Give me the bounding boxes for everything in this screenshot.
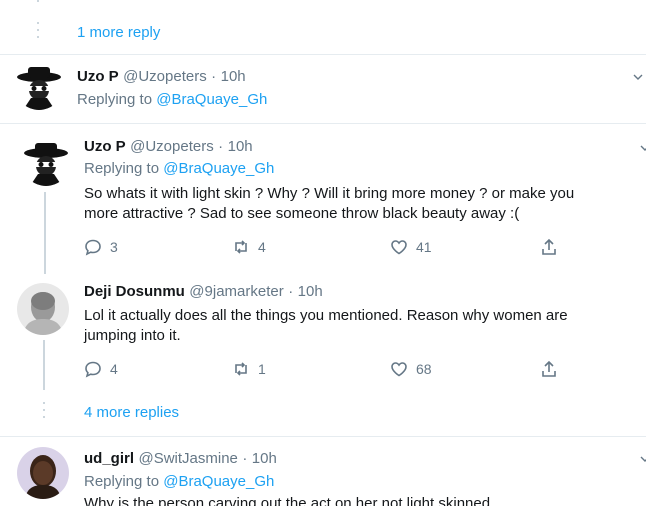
user-handle[interactable]: @Uzopeters: [123, 68, 207, 85]
display-name[interactable]: Uzo P: [84, 138, 126, 155]
user-handle[interactable]: @9jamarketer: [189, 283, 283, 300]
timestamp[interactable]: 10h: [252, 450, 277, 467]
divider: [0, 54, 646, 55]
timestamp[interactable]: 10h: [298, 283, 323, 300]
thread-dots: [37, 0, 39, 7]
like-count: 41: [416, 239, 432, 255]
tweet-header: Deji Dosunmu @9jamarketer · 10h: [84, 283, 323, 301]
retweet-button[interactable]: 1: [232, 360, 266, 378]
heart-icon: [391, 362, 407, 377]
tweet-header: Uzo P @Uzopeters · 10h: [84, 138, 253, 156]
like-count: 68: [416, 361, 432, 377]
tweet-text-line: Lol it actually does all the things you …: [84, 307, 568, 324]
display-name[interactable]: Deji Dosunmu: [84, 283, 185, 300]
timestamp[interactable]: 10h: [228, 138, 253, 155]
reply-count: 3: [110, 239, 118, 255]
heart-icon: [391, 240, 407, 255]
avatar[interactable]: [22, 138, 70, 186]
divider: [0, 436, 646, 437]
separator-dot: ·: [211, 68, 217, 85]
replying-to: Replying to @BraQuaye_Gh: [84, 473, 274, 490]
display-name[interactable]: ud_girl: [84, 450, 134, 467]
tweet-header: ud_girl @SwitJasmine · 10h: [84, 450, 277, 468]
replying-prefix: Replying to: [84, 473, 160, 490]
user-handle[interactable]: @Uzopeters: [130, 138, 214, 155]
reply-button[interactable]: 4: [84, 360, 118, 378]
tweet-text: So whats it with light skin ? Why ? Will…: [84, 184, 644, 224]
retweet-count: 1: [258, 361, 266, 377]
share-button[interactable]: [540, 238, 566, 256]
retweet-count: 4: [258, 239, 266, 255]
tweet-text-line: jumping into it.: [84, 327, 181, 344]
timestamp[interactable]: 10h: [221, 68, 246, 85]
tweet-header: Uzo P @Uzopeters · 10h: [77, 68, 246, 86]
chevron-down-icon[interactable]: [639, 141, 646, 153]
avatar-image: [22, 138, 70, 186]
tweet-text-line: So whats it with light skin ? Why ? Will…: [84, 185, 575, 202]
thread-dots: [43, 402, 45, 423]
tweet-text-line: more attractive ? Sad to see someone thr…: [84, 205, 520, 222]
thread-line: [44, 192, 46, 274]
avatar[interactable]: [17, 283, 69, 335]
replying-prefix: Replying to: [84, 160, 160, 177]
replying-to-link[interactable]: @BraQuaye_Gh: [156, 91, 267, 108]
thread-dots: [37, 22, 39, 43]
reply-icon: [85, 239, 101, 256]
tweet-text-line: Why is the person carving out the act on…: [84, 495, 491, 506]
chevron-down-icon[interactable]: [632, 70, 644, 82]
show-more-replies-link[interactable]: 4 more replies: [84, 404, 179, 421]
separator-dot: ·: [218, 138, 224, 155]
share-icon: [542, 360, 556, 377]
like-button[interactable]: 41: [390, 238, 432, 256]
replying-prefix: Replying to: [77, 91, 153, 108]
replying-to: Replying to @BraQuaye_Gh: [77, 91, 267, 108]
like-button[interactable]: 68: [390, 360, 432, 378]
reply-icon: [85, 361, 101, 378]
retweet-icon: [235, 362, 247, 376]
avatar-image: [17, 447, 69, 499]
replying-to-link[interactable]: @BraQuaye_Gh: [163, 473, 274, 490]
display-name[interactable]: Uzo P: [77, 68, 119, 85]
user-handle[interactable]: @SwitJasmine: [138, 450, 237, 467]
avatar-image: [15, 62, 63, 110]
avatar[interactable]: [15, 62, 63, 110]
tweet-text: Why is the person carving out the act on…: [84, 494, 490, 506]
replying-to: Replying to @BraQuaye_Gh: [84, 160, 274, 177]
retweet-icon: [235, 240, 247, 254]
thread-line: [43, 340, 45, 390]
separator-dot: ·: [288, 283, 294, 300]
separator-dot: ·: [242, 450, 248, 467]
replying-to-link[interactable]: @BraQuaye_Gh: [163, 160, 274, 177]
share-icon: [542, 238, 556, 255]
reply-button[interactable]: 3: [84, 238, 118, 256]
tweet-text: Lol it actually does all the things you …: [84, 306, 644, 346]
divider: [0, 123, 646, 124]
avatar[interactable]: [17, 447, 69, 499]
show-more-reply-link[interactable]: 1 more reply: [77, 24, 160, 41]
retweet-button[interactable]: 4: [232, 238, 266, 256]
reply-count: 4: [110, 361, 118, 377]
chevron-down-icon[interactable]: [639, 452, 646, 464]
avatar-image: [17, 283, 69, 335]
share-button[interactable]: [540, 360, 566, 378]
